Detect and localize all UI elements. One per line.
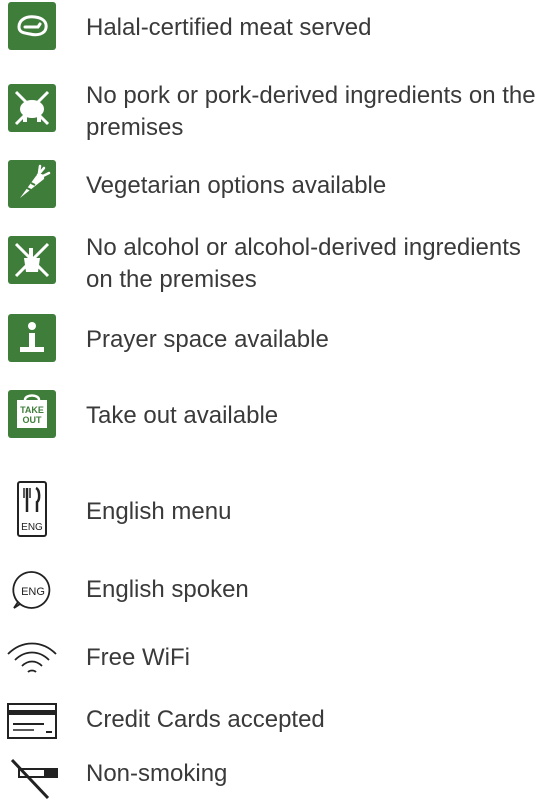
no-alcohol-icon: [8, 236, 56, 284]
no-pork-icon: [8, 84, 56, 132]
english-menu-icon-text: ENG: [21, 522, 43, 533]
credit-card-icon: [4, 700, 60, 748]
feature-label: Take out available: [86, 402, 279, 429]
english-spoken-icon: ENG: [8, 566, 56, 614]
prayer-space-icon: [8, 314, 56, 362]
feature-label: Vegetarian options available: [86, 172, 387, 199]
wifi-icon: [4, 636, 60, 684]
halal-meat-icon: [8, 2, 56, 50]
take-out-text-1: TAKE: [20, 405, 44, 415]
feature-label: Halal-certified meat served: [86, 14, 372, 41]
feature-label: Non-smoking: [86, 760, 228, 787]
no-smoking-icon: [4, 758, 60, 806]
take-out-icon: TAKE OUT: [8, 390, 56, 438]
feature-label: Credit Cards accepted: [86, 706, 325, 733]
english-menu-icon: ENG: [8, 480, 56, 540]
vegetarian-carrot-icon: [8, 160, 56, 208]
english-spoken-icon-text: ENG: [21, 586, 45, 598]
feature-label: No alcohol or alcohol-derived ingredient…: [86, 234, 521, 293]
feature-label: Prayer space available: [86, 326, 329, 353]
feature-label: English spoken: [86, 576, 249, 603]
take-out-text-2: OUT: [23, 415, 43, 425]
feature-label: English menu: [86, 498, 232, 525]
feature-label: Free WiFi: [86, 644, 190, 671]
feature-label: No pork or pork-derived ingredients on t…: [86, 82, 536, 141]
